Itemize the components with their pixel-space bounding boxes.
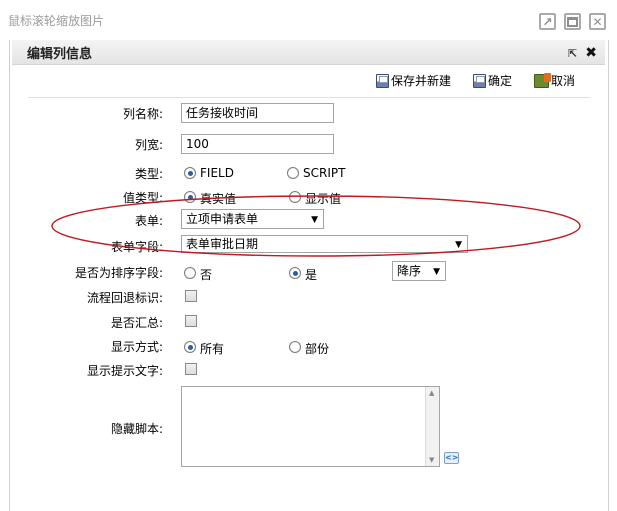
- type-label: 类型:: [134, 167, 163, 181]
- form-field-select[interactable]: 表单审批日期 ▼: [181, 235, 468, 253]
- type-field-label: FIELD: [200, 166, 234, 180]
- display-all-label: 所有: [200, 342, 225, 356]
- flow-back-flag-checkbox[interactable]: [185, 290, 197, 302]
- form-label: 表单:: [134, 214, 163, 228]
- column-width-label: 列宽:: [134, 138, 163, 152]
- chevron-down-icon: ▼: [455, 240, 462, 250]
- save-and-new-button[interactable]: 保存并新建: [375, 72, 451, 89]
- form-select-value: 立项申请表单: [186, 212, 259, 226]
- panel-popout-icon[interactable]: ⇱: [568, 47, 577, 60]
- value-type-display-radio[interactable]: [289, 191, 301, 203]
- sort-order-select[interactable]: 降序 ▼: [392, 261, 446, 281]
- value-type-label: 值类型:: [122, 191, 163, 205]
- outer-window-title: 鼠标滚轮缩放图片: [8, 14, 105, 28]
- display-all-radio[interactable]: [184, 341, 196, 353]
- save-icon: [472, 73, 486, 88]
- frame-border-left: [9, 40, 10, 511]
- toolbar: 保存并新建 确定 取消: [375, 72, 575, 89]
- form-field-select-value: 表单审批日期: [186, 237, 259, 251]
- frame-border-right: [608, 40, 609, 511]
- scroll-up-icon[interactable]: ▲: [429, 389, 434, 397]
- show-tip-text-checkbox[interactable]: [185, 363, 197, 375]
- show-tip-text-label: 显示提示文字:: [86, 364, 163, 378]
- cancel-icon: [533, 72, 551, 88]
- panel-title: 编辑列信息: [27, 46, 93, 62]
- hidden-script-textarea[interactable]: ▲ ▼: [181, 386, 440, 467]
- form-select[interactable]: 立项申请表单 ▼: [181, 209, 324, 229]
- sort-no-radio[interactable]: [184, 267, 196, 279]
- cancel-label: 取消: [550, 74, 575, 88]
- chevron-down-icon: ▼: [311, 215, 318, 225]
- edit-column-panel: 编辑列信息 ⇱ ✖ 保存并新建 确定 取消 列名称: 任务接收时间 列宽: 10…: [12, 40, 605, 511]
- display-part-label: 部份: [305, 342, 330, 356]
- is-summary-checkbox[interactable]: [185, 315, 197, 327]
- outer-window-controls: ↗ ✕: [539, 13, 606, 30]
- is-summary-label: 是否汇总:: [110, 316, 163, 330]
- save-and-new-label: 保存并新建: [390, 74, 451, 88]
- column-width-input[interactable]: 100: [181, 134, 334, 154]
- value-type-real-label: 真实值: [200, 192, 237, 206]
- save-icon: [375, 73, 389, 88]
- value-type-real-radio[interactable]: [184, 191, 196, 203]
- display-mode-label: 显示方式:: [110, 340, 163, 354]
- scroll-down-icon[interactable]: ▼: [429, 456, 434, 464]
- hidden-script-label: 隐藏脚本:: [110, 422, 163, 436]
- sort-order-value: 降序: [397, 264, 422, 278]
- form-field-label: 表单字段:: [110, 240, 163, 254]
- textarea-scrollbar[interactable]: ▲ ▼: [425, 387, 439, 466]
- panel-close-icon[interactable]: ✖: [585, 45, 597, 61]
- flow-back-flag-label: 流程回退标识:: [86, 291, 163, 305]
- type-script-label: SCRIPT: [303, 166, 346, 180]
- popout-icon[interactable]: ↗: [539, 13, 556, 30]
- type-script-radio[interactable]: [287, 167, 299, 179]
- close-icon[interactable]: ✕: [589, 13, 606, 30]
- sort-no-label: 否: [200, 268, 213, 282]
- value-type-display-label: 显示值: [305, 192, 342, 206]
- cancel-button[interactable]: 取消: [533, 72, 575, 89]
- toolbar-divider: [28, 97, 590, 98]
- column-name-label: 列名称:: [122, 107, 163, 121]
- chevron-down-icon: ▼: [433, 267, 440, 277]
- display-part-radio[interactable]: [289, 341, 301, 353]
- sort-yes-label: 是: [305, 268, 318, 282]
- confirm-button[interactable]: 确定: [472, 72, 512, 89]
- panel-header: 编辑列信息 ⇱ ✖: [12, 40, 605, 65]
- sort-yes-radio[interactable]: [289, 267, 301, 279]
- type-field-radio[interactable]: [184, 167, 196, 179]
- confirm-label: 确定: [487, 74, 512, 88]
- maximize-icon[interactable]: [564, 13, 581, 30]
- code-editor-icon[interactable]: <>: [444, 452, 459, 464]
- is-sort-field-label: 是否为排序字段:: [74, 266, 163, 280]
- column-name-input[interactable]: 任务接收时间: [181, 103, 334, 123]
